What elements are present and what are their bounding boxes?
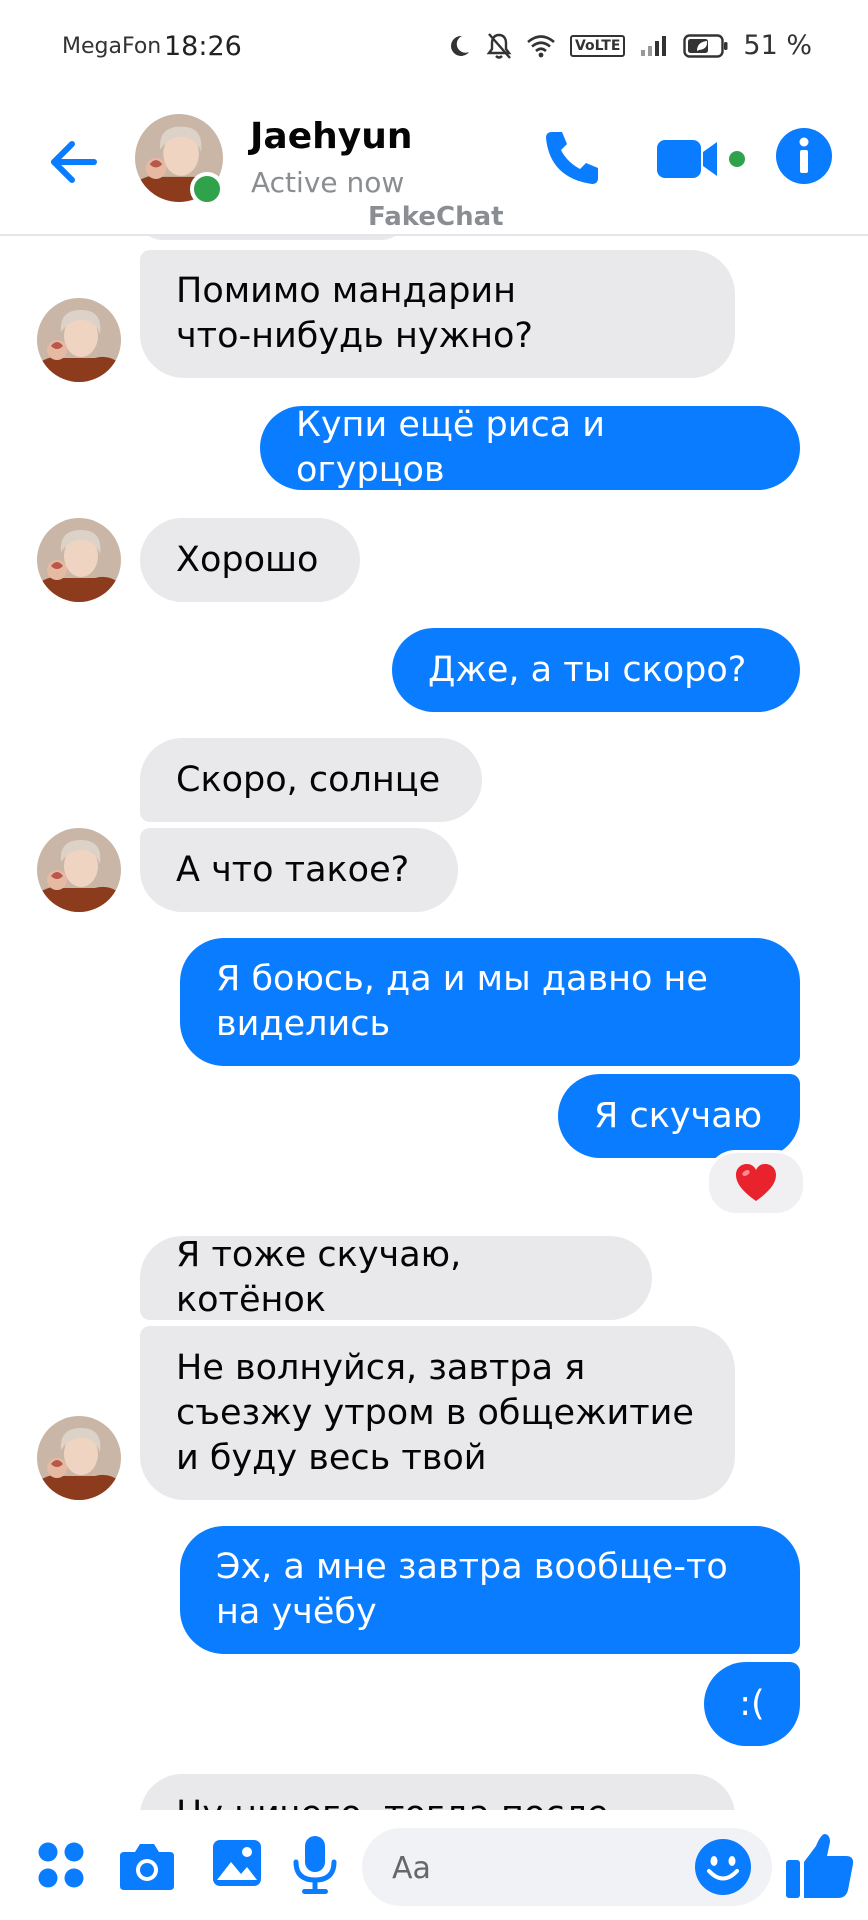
chat-header: Jaehyun Active now FakeChat: [0, 96, 868, 236]
message-bubble-outgoing[interactable]: Купи ещё риса и огурцов: [260, 405, 800, 490]
message-list[interactable]: Помимо мандарин что-нибудь нужно? Купи е…: [0, 236, 868, 1810]
contact-avatar-small: [37, 1416, 121, 1500]
contact-avatar-small: [37, 298, 121, 382]
message-bubble-outgoing[interactable]: Эх, а мне завтра вообще-то на учёбу: [180, 1526, 800, 1654]
carrier-name: MegaFon: [62, 34, 162, 59]
contact-status: Active now: [251, 166, 405, 199]
bell-muted-icon: [486, 32, 512, 59]
message-input[interactable]: [390, 1828, 654, 1908]
message-bubble-outgoing[interactable]: :(: [704, 1662, 800, 1746]
contact-name[interactable]: Jaehyun: [250, 116, 412, 157]
message-bubble-partial: [140, 236, 404, 240]
message-bubble-incoming[interactable]: А что такое?: [140, 828, 458, 912]
microphone-icon[interactable]: [290, 1834, 340, 1896]
apps-grid-icon[interactable]: [36, 1840, 86, 1890]
message-input-wrapper: [362, 1828, 772, 1908]
back-arrow-icon[interactable]: [46, 134, 102, 190]
heart-reaction[interactable]: [706, 1150, 806, 1216]
phone-call-icon[interactable]: [540, 126, 604, 190]
message-bubble-incoming-partial[interactable]: Ну ничего, тогда после: [140, 1774, 735, 1810]
wifi-icon: [527, 34, 555, 57]
message-bubble-incoming[interactable]: Хорошо: [140, 518, 360, 602]
watermark-label: FakeChat: [368, 202, 504, 232]
message-bubble-incoming[interactable]: Помимо мандарин что-нибудь нужно?: [140, 250, 735, 378]
contact-avatar-small: [37, 828, 121, 912]
heart-icon: [736, 1164, 776, 1201]
signal-icon: [641, 35, 667, 56]
online-indicator: [190, 172, 224, 206]
message-bubble-incoming[interactable]: Не волнуйся, завтра я съезжу утром в общ…: [140, 1326, 735, 1500]
camera-icon[interactable]: [118, 1840, 176, 1892]
status-time: 18:26: [164, 31, 242, 62]
status-bar: MegaFon 18:26 VoLTE 51 %: [0, 0, 868, 96]
gallery-icon[interactable]: [211, 1836, 263, 1890]
battery-icon: [683, 33, 728, 58]
emoji-icon[interactable]: [694, 1838, 752, 1896]
battery-percent: 51 %: [743, 30, 812, 61]
message-bubble-incoming[interactable]: Скоро, солнце: [140, 738, 482, 822]
message-bubble-outgoing[interactable]: Дже, а ты скоро?: [392, 628, 800, 712]
message-bubble-outgoing[interactable]: Я боюсь, да и мы давно не виделись: [180, 938, 800, 1066]
contact-avatar-small: [37, 518, 121, 602]
composer-bar: [0, 1810, 868, 1920]
thumbs-up-icon[interactable]: [784, 1830, 856, 1902]
moon-icon: [451, 35, 469, 56]
message-bubble-incoming[interactable]: Я тоже скучаю, котёнок: [140, 1235, 652, 1320]
video-call-icon[interactable]: [655, 126, 751, 190]
message-bubble-outgoing[interactable]: Я скучаю: [558, 1074, 800, 1158]
volte-badge: VoLTE: [569, 34, 626, 57]
info-icon[interactable]: [774, 126, 834, 186]
status-icons: VoLTE 51 %: [446, 30, 812, 61]
